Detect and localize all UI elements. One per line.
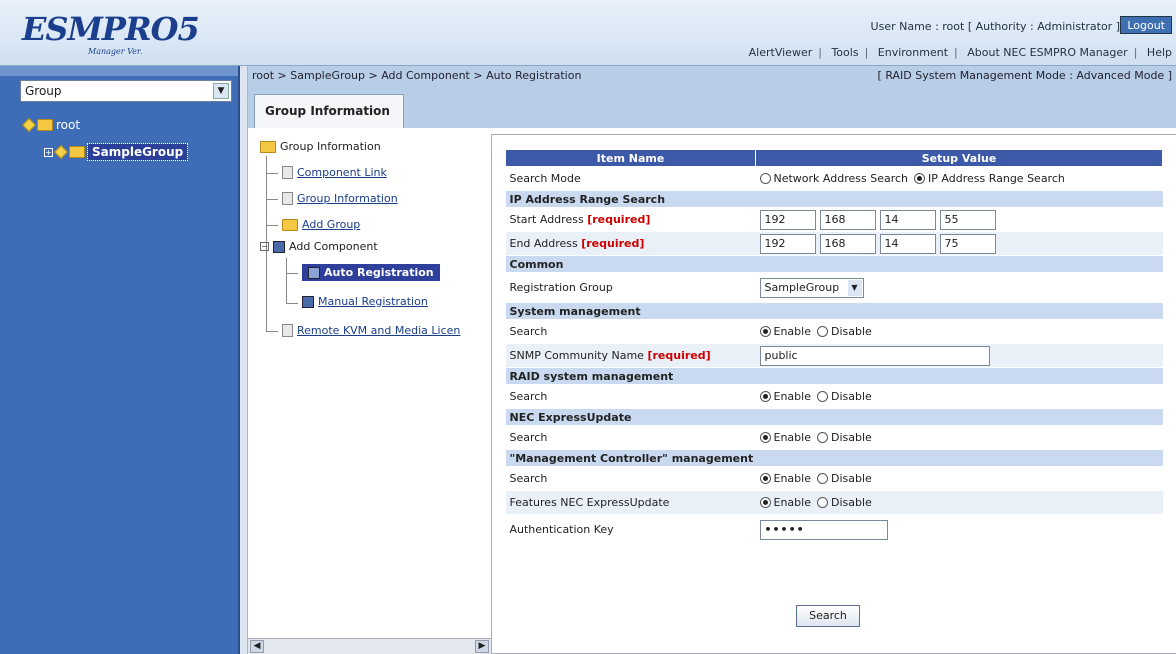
end-ip-1[interactable]: 192: [759, 233, 816, 254]
splitter[interactable]: [240, 66, 248, 654]
nav-about[interactable]: About NEC ESMPRO Manager: [967, 46, 1127, 59]
folder-icon: [260, 140, 276, 153]
section-management-controller: "Management Controller" management: [505, 449, 1163, 467]
computer-icon: [302, 295, 314, 308]
group-icon: [53, 144, 69, 160]
search-button[interactable]: Search: [796, 605, 860, 627]
document-icon: [282, 166, 293, 179]
collapse-icon[interactable]: −: [260, 242, 269, 251]
plus-icon[interactable]: +: [44, 147, 53, 157]
scroll-left-icon[interactable]: ◀: [250, 640, 264, 653]
start-ip-3[interactable]: 14: [879, 209, 936, 230]
tree-remote-kvm[interactable]: Remote KVM and Media Licen: [282, 324, 460, 337]
end-ip-2[interactable]: 168: [819, 233, 876, 254]
folder-icon: [69, 146, 85, 158]
chevron-down-icon[interactable]: ▼: [847, 279, 862, 296]
radio-express-disable[interactable]: [816, 432, 828, 444]
snmp-community-input[interactable]: public: [759, 345, 990, 366]
section-iprange: IP Address Range Search: [505, 190, 1163, 208]
component-tree: Group Information Component Link Group I…: [248, 128, 491, 654]
registration-group-select[interactable]: SampleGroup ▼: [759, 277, 864, 298]
radio-features-enable[interactable]: [759, 497, 771, 509]
sidebar: Group ▼ root + SampleGroup: [0, 66, 240, 654]
scroll-right-icon[interactable]: ▶: [475, 640, 489, 653]
end-ip-3[interactable]: 14: [879, 233, 936, 254]
header: ESMPRO5 Manager Ver. User Name : root [ …: [0, 0, 1176, 66]
document-icon: [282, 324, 293, 337]
logout-button[interactable]: Logout: [1120, 16, 1172, 34]
nav-environment[interactable]: Environment: [878, 46, 948, 59]
user-info: User Name : root [ Authority : Administr…: [870, 20, 1120, 33]
nav-help[interactable]: Help: [1147, 46, 1172, 59]
document-icon: [282, 192, 293, 205]
nav-alertviewer[interactable]: AlertViewer: [749, 46, 813, 59]
top-nav: AlertViewer | Tools | Environment | About N…: [748, 46, 1172, 59]
breadcrumb: root > SampleGroup > Add Component > Aut…: [248, 66, 1176, 88]
tree-component-link[interactable]: Component Link: [282, 166, 387, 179]
section-common: Common: [505, 255, 1163, 273]
tab-group-information[interactable]: Group Information: [254, 94, 404, 128]
computer-icon: [308, 267, 320, 279]
radio-features-disable[interactable]: [816, 497, 828, 509]
authentication-key-input[interactable]: •••••: [759, 519, 888, 540]
section-expressupdate: NEC ExpressUpdate: [505, 408, 1163, 426]
radio-network-search[interactable]: [759, 173, 771, 185]
tree-samplegroup[interactable]: + SampleGroup: [44, 143, 189, 161]
start-ip-2[interactable]: 168: [819, 209, 876, 230]
chevron-down-icon[interactable]: ▼: [213, 83, 229, 99]
computer-icon: [273, 240, 285, 253]
folder-icon: [37, 119, 53, 131]
tree-group-information[interactable]: Group Information: [282, 192, 398, 205]
tree-group-information-root[interactable]: Group Information: [260, 140, 381, 153]
logo-subtitle: Manager Ver.: [88, 47, 143, 56]
section-system-management: System management: [505, 302, 1163, 320]
logo: ESMPRO5: [22, 10, 200, 48]
col-item-name: Item Name: [505, 149, 756, 167]
radio-mc-disable[interactable]: [816, 473, 828, 485]
radio-raid-disable[interactable]: [816, 391, 828, 403]
radio-raid-enable[interactable]: [759, 391, 771, 403]
radio-iprange-search[interactable]: [914, 173, 926, 185]
radio-system-disable[interactable]: [816, 326, 828, 338]
tree-add-component[interactable]: − Add Component: [260, 240, 378, 253]
tree-auto-registration[interactable]: Auto Registration: [302, 264, 440, 281]
section-raid: RAID system management: [505, 367, 1163, 385]
horizontal-scrollbar[interactable]: ◀ ▶: [248, 638, 491, 654]
form-panel: Item Name Setup Value Search Mode Network…: [491, 134, 1176, 654]
tree-root[interactable]: root: [21, 117, 80, 133]
col-setup-value: Setup Value: [755, 149, 1163, 167]
tree-add-group[interactable]: Add Group: [282, 218, 360, 231]
content: Group Information Component Link Group I…: [248, 128, 1176, 654]
radio-system-enable[interactable]: [759, 326, 771, 338]
start-ip-4[interactable]: 55: [939, 209, 996, 230]
folder-icon: [282, 218, 298, 231]
end-ip-4[interactable]: 75: [939, 233, 996, 254]
tree-manual-registration[interactable]: Manual Registration: [302, 295, 428, 308]
mode-indicator: [ RAID System Management Mode : Advanced…: [877, 69, 1172, 82]
start-ip-1[interactable]: 192: [759, 209, 816, 230]
group-select[interactable]: Group ▼: [20, 80, 232, 102]
settings-table: Item Name Setup Value Search Mode Network…: [505, 149, 1163, 545]
nav-tools[interactable]: Tools: [831, 46, 858, 59]
radio-mc-enable[interactable]: [759, 473, 771, 485]
expand-icon[interactable]: [21, 117, 37, 133]
radio-express-enable[interactable]: [759, 432, 771, 444]
